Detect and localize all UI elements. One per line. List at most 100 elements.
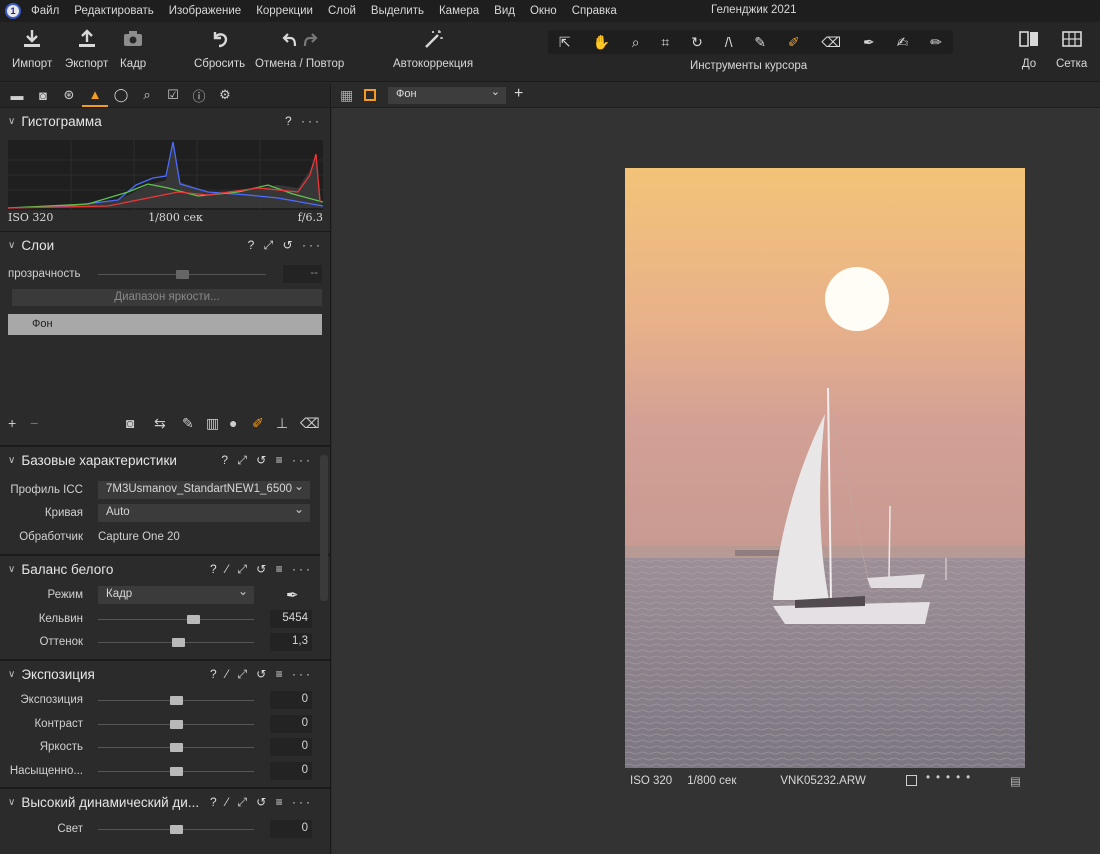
add-layer-icon[interactable]: + — [8, 415, 16, 431]
color-tab-icon[interactable]: ⊛ — [56, 83, 82, 107]
menu-help[interactable]: Справка — [572, 5, 617, 17]
opacity-value[interactable]: -- — [283, 265, 322, 283]
eraser-tool-icon[interactable]: ⌫ — [821, 34, 841, 51]
layers-header[interactable]: ∨ Слои ? ⤢ ↺ ··· — [0, 232, 330, 258]
section-options-icons[interactable]: ? ⁄ ⤢ ↺ ≡ ··· — [210, 667, 313, 682]
menu-adjustments[interactable]: Коррекции — [256, 5, 313, 17]
opacity-slider[interactable] — [98, 270, 266, 279]
exposure-value[interactable]: 0 — [270, 691, 312, 709]
single-view-icon[interactable] — [364, 89, 376, 101]
opacity-knob[interactable] — [176, 270, 189, 279]
kelvin-slider[interactable] — [98, 615, 254, 624]
brightness-slider[interactable] — [98, 743, 254, 752]
luma-range-button[interactable]: Диапазон яркости... — [12, 289, 322, 306]
before-button[interactable]: До — [1018, 28, 1040, 70]
menu-file[interactable]: Файл — [31, 5, 59, 17]
kelvin-knob[interactable] — [187, 615, 200, 624]
rotate-tool-icon[interactable]: ↻ — [691, 34, 703, 51]
import-button[interactable]: Импорт — [12, 28, 52, 70]
histogram-header[interactable]: ∨ Гистограмма ? ··· — [0, 108, 330, 134]
clone-stamp-icon[interactable]: ⊥ — [276, 415, 288, 432]
section-options-icons[interactable]: ? ··· — [285, 114, 322, 128]
spot-tool-icon[interactable]: ✎ — [754, 34, 766, 51]
basic-header[interactable]: ∨ Базовые характеристики ? ⤢ ↺ ≡ ··· — [0, 447, 330, 473]
details-tab-icon[interactable]: ⌕ — [134, 83, 160, 107]
icc-profile-select[interactable]: 7M3Usmanov_StandartNEW1_6500 — [98, 479, 310, 499]
color-tag-icon[interactable]: ▤ — [1010, 774, 1021, 788]
undo-redo-button[interactable]: Отмена / Повтор — [255, 28, 344, 70]
app-logo-icon[interactable]: 1 — [5, 3, 21, 19]
menu-select[interactable]: Выделить — [371, 5, 424, 17]
highlight-value[interactable]: 0 — [270, 820, 312, 838]
select-checkbox[interactable] — [906, 775, 917, 786]
rating-dots[interactable]: ••••• — [926, 772, 976, 784]
saturation-knob[interactable] — [170, 767, 183, 776]
autocorrect-button[interactable]: Автокоррекция — [393, 28, 473, 70]
picker-tool-icon[interactable]: ✍ — [897, 34, 909, 51]
settings-tab-icon[interactable]: ⚙ — [212, 83, 238, 107]
add-icon[interactable]: + — [514, 85, 523, 103]
kelvin-value[interactable]: 5454 — [270, 610, 312, 628]
tint-value[interactable]: 1,3 — [270, 633, 312, 651]
keystone-tool-icon[interactable]: /\ — [725, 34, 733, 50]
menu-layer[interactable]: Слой — [328, 5, 356, 17]
exposure-slider[interactable] — [98, 696, 254, 705]
annotation-tool-icon[interactable]: ✏ — [930, 34, 942, 51]
menu-image[interactable]: Изображение — [169, 5, 241, 17]
menu-camera[interactable]: Камера — [439, 5, 479, 17]
viewer-layer-select[interactable]: Фон — [388, 85, 506, 104]
remove-layer-icon[interactable]: − — [30, 415, 38, 431]
brush-icon[interactable]: ✎ — [182, 415, 194, 432]
section-options-icons[interactable]: ? ⁄ ⤢ ↺ ≡ ··· — [210, 562, 313, 577]
reset-button[interactable]: Сбросить — [194, 28, 245, 70]
highlight-knob[interactable] — [170, 825, 183, 834]
contrast-knob[interactable] — [170, 720, 183, 729]
section-options-icons[interactable]: ? ⤢ ↺ ··· — [248, 238, 323, 253]
metadata-tab-icon[interactable]: ⓘ — [186, 83, 212, 107]
saturation-value[interactable]: 0 — [270, 762, 312, 780]
eraser-icon[interactable]: ⌫ — [300, 415, 320, 432]
menu-window[interactable]: Окно — [530, 5, 557, 17]
curve-select[interactable]: Auto — [98, 502, 310, 522]
layer-mask-icon[interactable]: ◙ — [126, 415, 134, 431]
saturation-slider[interactable] — [98, 767, 254, 776]
layer-item-background[interactable]: Фон — [8, 314, 322, 335]
draw-mask-icon[interactable]: ✐ — [252, 415, 264, 432]
highlight-slider[interactable] — [98, 825, 254, 834]
section-options-icons[interactable]: ? ⤢ ↺ ≡ ··· — [221, 453, 313, 468]
brush-tool-icon[interactable]: ✐ — [788, 34, 800, 51]
exposure-knob[interactable] — [170, 696, 183, 705]
grid-button[interactable]: Сетка — [1056, 28, 1087, 70]
contrast-value[interactable]: 0 — [270, 715, 312, 733]
wb-picker-icon[interactable]: ✒ — [286, 586, 299, 604]
crop-tool-icon[interactable]: ⌗ — [661, 34, 669, 51]
menu-edit[interactable]: Редактировать — [74, 5, 153, 17]
tint-knob[interactable] — [172, 638, 185, 647]
radial-gradient-icon[interactable]: ● — [229, 415, 237, 431]
menu-view[interactable]: Вид — [494, 5, 515, 17]
wb-header[interactable]: ∨ Баланс белого ? ⁄ ⤢ ↺ ≡ ··· — [0, 556, 330, 582]
exposure-header[interactable]: ∨ Экспозиция ? ⁄ ⤢ ↺ ≡ ··· — [0, 661, 330, 687]
section-options-icons[interactable]: ? ⁄ ⤢ ↺ ≡ ··· — [210, 795, 313, 810]
zoom-tool-icon[interactable]: ⌕ — [632, 34, 640, 51]
multi-view-icon[interactable]: ▦ — [340, 88, 354, 102]
hand-tool-icon[interactable]: ✋ — [592, 34, 609, 51]
brightness-knob[interactable] — [170, 743, 183, 752]
adjustments-tab-icon[interactable]: ☑ — [160, 83, 186, 107]
gradient-tool-icon[interactable]: ✒ — [863, 34, 875, 51]
contrast-slider[interactable] — [98, 720, 254, 729]
capture-tab-icon[interactable]: ◙ — [30, 83, 56, 107]
lens-tab-icon[interactable]: ◯ — [108, 83, 134, 107]
linear-gradient-icon[interactable]: ▥ — [206, 415, 219, 432]
wb-mode-select[interactable]: Кадр — [98, 584, 254, 604]
export-button[interactable]: Экспорт — [65, 28, 108, 70]
photo-preview[interactable] — [625, 168, 1025, 768]
capture-button[interactable]: Кадр — [120, 28, 146, 70]
panel-scrollbar[interactable] — [320, 455, 328, 601]
brightness-value[interactable]: 0 — [270, 738, 312, 756]
swap-icon[interactable]: ⇆ — [154, 415, 166, 432]
exposure-tab-icon[interactable]: ▲ — [82, 83, 108, 107]
tint-slider[interactable] — [98, 638, 254, 647]
hdr-header[interactable]: ∨ Высокий динамический ди... ? ⁄ ⤢ ↺ ≡ ·… — [0, 789, 330, 815]
library-tab-icon[interactable]: ▬ — [4, 83, 30, 107]
